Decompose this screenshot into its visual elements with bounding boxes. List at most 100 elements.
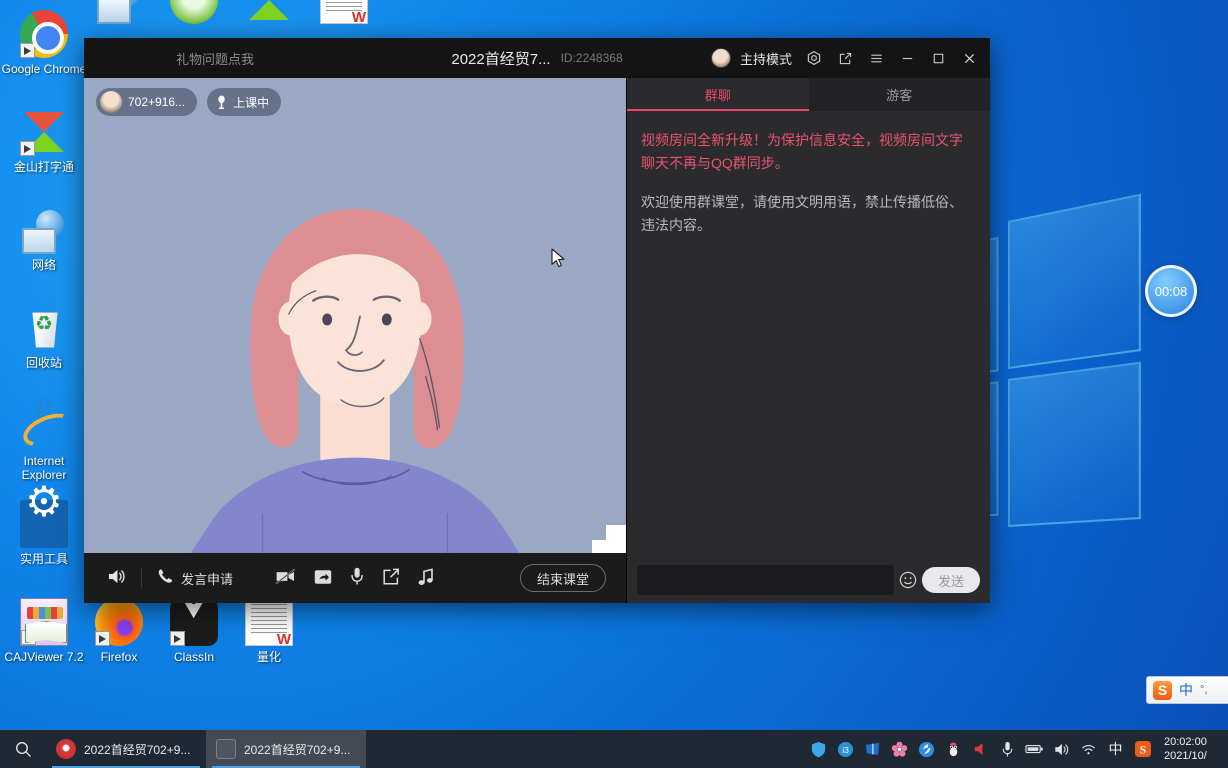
desktop-icon-document-2[interactable] — [300, 0, 388, 28]
ime-language-mode[interactable]: 中 — [1179, 680, 1193, 700]
document-icon — [216, 739, 236, 759]
minimize-icon[interactable] — [896, 47, 918, 69]
taskbar: 2022首经贸702+9... 2022首经贸702+9... i3 中 S 2… — [0, 730, 1228, 768]
video-overlay-chips: 702+916... 上课中 — [96, 88, 282, 116]
send-button[interactable]: 发送 — [921, 567, 980, 593]
camera-toggle-button[interactable] — [266, 562, 305, 594]
desktop-icon-internet-explorer[interactable]: Internet Explorer — [0, 398, 88, 482]
emoji-icon[interactable] — [894, 565, 922, 595]
tab-label: 群聊 — [704, 88, 731, 103]
page-title: 2022首经贸7... — [451, 50, 551, 68]
chat-icon[interactable]: i3 — [836, 740, 855, 759]
network-places-icon — [95, 0, 143, 24]
tab-group-chat[interactable]: 群聊 — [627, 78, 809, 111]
ime-chinese-icon[interactable]: 中 — [1106, 740, 1125, 759]
microphone-icon[interactable] — [998, 740, 1017, 759]
desktop-icon-label: 回收站 — [25, 356, 62, 370]
taskbar-item-qq-class[interactable]: 2022首经贸702+9... — [46, 730, 206, 768]
music-button[interactable] — [409, 562, 443, 594]
volume-mute-icon[interactable] — [971, 740, 990, 759]
sakura-icon[interactable] — [890, 740, 909, 759]
video-toolbar: 发言申请 结束课堂 — [84, 553, 626, 603]
internet-explorer-icon — [20, 398, 68, 450]
ime-punctuation-mode[interactable]: °, — [1200, 684, 1207, 696]
video-stage[interactable]: 702+916... 上课中 — [84, 78, 626, 553]
phone-icon — [157, 568, 174, 588]
floating-timer[interactable]: 00:08 — [1145, 265, 1197, 317]
send-label: 发送 — [937, 573, 964, 589]
share-icon — [314, 568, 332, 589]
clock-time: 20:02:00 — [1164, 736, 1207, 748]
search-icon[interactable] — [0, 730, 46, 768]
speak-request-button[interactable]: 发言申请 — [148, 562, 242, 594]
menu-icon[interactable] — [865, 47, 887, 69]
cajviewer-icon — [20, 598, 68, 646]
host-mode-label[interactable]: 主持模式 — [740, 49, 792, 68]
close-icon[interactable] — [958, 47, 980, 69]
chat-message-list[interactable]: 视频房间全新升级！为保护信息安全，视频房间文字聊天不再与QQ群同步。 欢迎使用群… — [627, 111, 990, 557]
flash-icon[interactable] — [917, 740, 936, 759]
maximize-icon[interactable] — [927, 47, 949, 69]
desktop-icon-label: 网络 — [31, 258, 56, 272]
chrome-icon — [20, 10, 68, 58]
utility-tools-icon — [20, 495, 68, 548]
whiteboard-button[interactable] — [373, 562, 409, 594]
speak-request-label: 发言申请 — [181, 571, 234, 587]
end-class-label: 结束课堂 — [536, 571, 589, 587]
tab-label: 游客 — [886, 88, 913, 103]
class-status-label: 上课中 — [233, 95, 270, 110]
taskbar-item-document[interactable]: 2022首经贸702+9... — [206, 730, 366, 768]
desktop-icon-utility-tools[interactable]: 实用工具 — [0, 495, 88, 566]
avatar — [100, 91, 122, 113]
gift-question-label: 礼物问题点我 — [176, 51, 255, 67]
window-titlebar: 礼物问题点我 2022首经贸7... ID:2248368 主持模式 — [84, 38, 990, 78]
microphone-icon — [215, 94, 227, 110]
speaker-icon[interactable] — [1052, 740, 1071, 759]
colorful-app-icon — [245, 0, 293, 24]
firefox-icon — [95, 598, 143, 646]
sogou-icon[interactable]: S — [1133, 740, 1152, 759]
mail-icon[interactable] — [863, 740, 882, 759]
speaker-name-label: 702+916... — [128, 95, 186, 109]
desktop-icon-label: 实用工具 — [19, 552, 68, 566]
svg-text:i3: i3 — [842, 744, 849, 754]
volume-button[interactable] — [98, 562, 135, 594]
desktop-icon-label: 金山打字通 — [13, 160, 74, 174]
microphone-button[interactable] — [341, 562, 373, 594]
wifi-icon[interactable] — [1079, 740, 1098, 759]
music-icon — [418, 567, 434, 589]
record-icon[interactable] — [803, 47, 825, 69]
sogou-ime-toolbar[interactable]: S 中 °, — [1146, 676, 1228, 704]
taskbar-clock[interactable]: 20:02:00 2021/10/ — [1160, 735, 1222, 763]
tab-guests[interactable]: 游客 — [809, 78, 991, 111]
shield-icon[interactable] — [809, 740, 828, 759]
desktop-icon-kingsoft-typing[interactable]: 金山打字通 — [0, 108, 88, 174]
qq-class-icon — [56, 739, 76, 759]
clock-date: 2021/10/ — [1164, 750, 1207, 762]
end-class-button[interactable]: 结束课堂 — [519, 564, 606, 592]
desktop-icon-network[interactable]: 网络 — [0, 206, 88, 272]
timer-value: 00:08 — [1154, 283, 1188, 299]
network-icon — [20, 206, 68, 254]
chat-input-bar: 发送 — [627, 557, 990, 603]
speaker-illustration — [85, 78, 625, 553]
desktop-icon-recycle-bin[interactable]: 回收站 — [0, 304, 88, 370]
taskbar-item-label: 2022首经贸702+9... — [244, 742, 351, 757]
camera-off-icon — [275, 568, 296, 588]
desktop-icon-label: Google Chrome — [1, 62, 87, 76]
video-corner-overlay — [592, 525, 626, 553]
svg-text:S: S — [1139, 742, 1146, 756]
chat-input[interactable] — [637, 565, 894, 595]
gift-question-link[interactable]: 礼物问题点我 — [176, 38, 254, 78]
popout-icon[interactable] — [834, 47, 856, 69]
avatar[interactable] — [710, 48, 731, 68]
video-panel: 702+916... 上课中 发言申请 结束课堂 — [84, 78, 626, 603]
desktop-icon-document[interactable]: 量化 — [225, 598, 313, 664]
share-screen-button[interactable] — [305, 562, 341, 594]
qq-penguin-icon[interactable] — [944, 740, 963, 759]
battery-icon[interactable] — [1025, 740, 1044, 759]
speaker-name-chip[interactable]: 702+916... — [96, 88, 198, 116]
document-icon — [320, 0, 368, 25]
classin-icon — [170, 598, 218, 646]
chat-panel: 群聊 游客 视频房间全新升级！为保护信息安全，视频房间文字聊天不再与QQ群同步。… — [626, 78, 990, 603]
